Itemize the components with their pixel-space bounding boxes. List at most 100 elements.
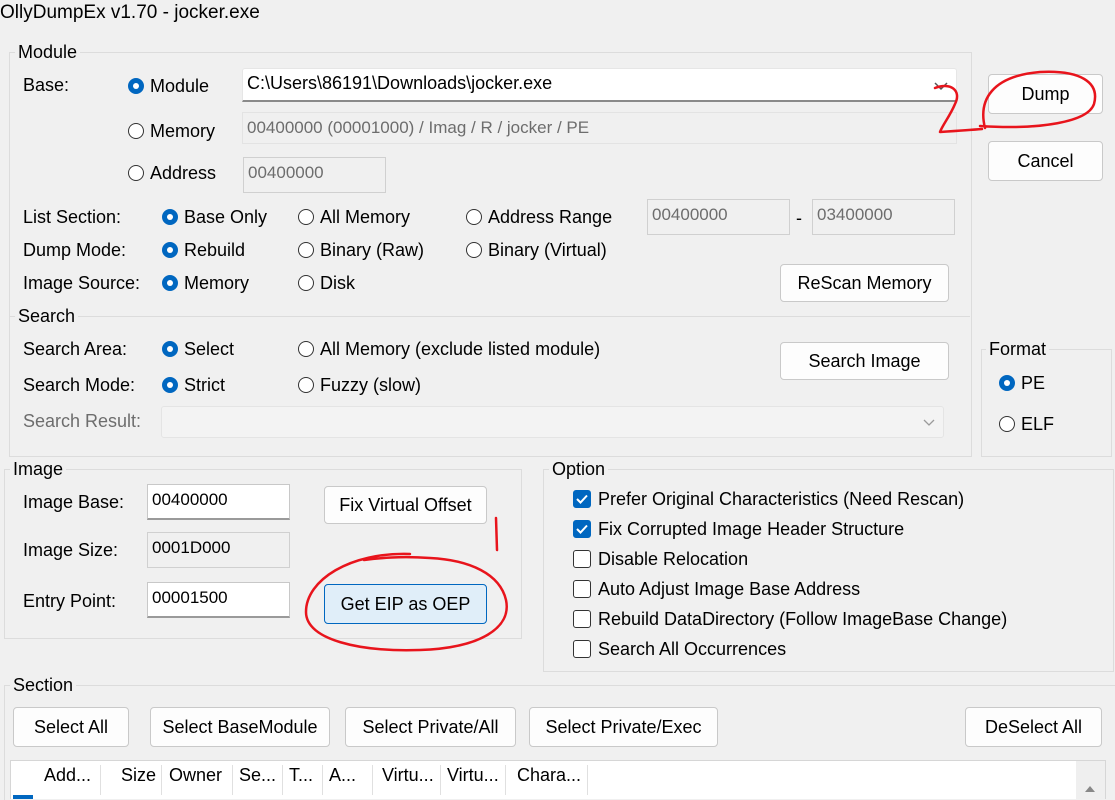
radio-selected-icon <box>162 209 178 225</box>
column-header-access[interactable]: A... <box>329 765 356 786</box>
option-disable-relocation[interactable]: Disable Relocation <box>573 547 748 571</box>
dump-mode-binary-virtual[interactable]: Binary (Virtual) <box>466 238 607 262</box>
image-size-label: Image Size: <box>23 540 119 560</box>
search-mode-label: Search Mode: <box>23 375 136 395</box>
list-section-base-only-label: Base Only <box>184 206 268 227</box>
search-area-select-label: Select <box>184 338 235 359</box>
address-field[interactable]: 00400000 <box>243 157 386 193</box>
dump-button[interactable]: Dump <box>988 74 1103 114</box>
image-source-disk[interactable]: Disk <box>298 271 355 295</box>
radio-icon <box>298 275 314 291</box>
column-header-section[interactable]: Se... <box>239 765 276 786</box>
search-group-label: Search <box>15 306 79 326</box>
image-group-label: Image <box>10 459 67 479</box>
column-header-virtual-size[interactable]: Virtu... <box>447 765 499 786</box>
column-header-address[interactable]: Add... <box>44 765 91 786</box>
option-auto-adjust-image-base[interactable]: Auto Adjust Image Base Address <box>573 577 860 601</box>
column-header-characteristics[interactable]: Chara... <box>517 765 581 786</box>
get-eip-as-oep-button[interactable]: Get EIP as OEP <box>324 584 487 624</box>
base-radio-address-label: Address <box>150 162 217 183</box>
option-search-all-occurrences-label: Search All Occurrences <box>598 638 787 659</box>
option-prefer-original-label: Prefer Original Characteristics (Need Re… <box>598 488 965 509</box>
search-mode-fuzzy[interactable]: Fuzzy (slow) <box>298 373 421 397</box>
format-pe-label: PE <box>1021 372 1046 393</box>
base-radio-address[interactable]: Address <box>128 161 216 185</box>
search-mode-strict[interactable]: Strict <box>162 373 225 397</box>
option-rebuild-datadirectory[interactable]: Rebuild DataDirectory (Follow ImageBase … <box>573 607 1007 631</box>
checkbox-icon <box>573 610 591 628</box>
memory-value-field: 00400000 (00001000) / Imag / R / jocker … <box>242 112 957 144</box>
select-basemodule-button[interactable]: Select BaseModule <box>150 707 330 747</box>
search-result-combo[interactable] <box>161 406 944 438</box>
dump-mode-rebuild[interactable]: Rebuild <box>162 238 245 262</box>
radio-icon <box>466 242 482 258</box>
search-area-all-memory[interactable]: All Memory (exclude listed module) <box>298 337 600 361</box>
format-group <box>981 349 1112 457</box>
range-dash: - <box>796 208 802 228</box>
list-section-address-range-label: Address Range <box>488 206 613 227</box>
range-end-value: 03400000 <box>817 205 893 224</box>
search-image-button[interactable]: Search Image <box>780 342 949 380</box>
range-start-value: 00400000 <box>652 205 728 224</box>
section-list-scrollbar[interactable] <box>1076 761 1105 799</box>
select-private-exec-button[interactable]: Select Private/Exec <box>529 707 718 747</box>
column-header-owner[interactable]: Owner <box>169 765 222 786</box>
option-search-all-occurrences[interactable]: Search All Occurrences <box>573 637 786 661</box>
checkmark-icon <box>573 490 591 508</box>
entry-point-field[interactable]: 00001500 <box>147 582 290 618</box>
select-private-all-button[interactable]: Select Private/All <box>345 707 516 747</box>
format-pe[interactable]: PE <box>999 371 1045 395</box>
search-area-label: Search Area: <box>23 339 128 359</box>
column-separator <box>161 765 162 795</box>
fix-virtual-offset-button[interactable]: Fix Virtual Offset <box>324 486 487 524</box>
select-all-button[interactable]: Select All <box>13 707 129 747</box>
range-start-field[interactable]: 00400000 <box>647 199 790 235</box>
column-separator <box>587 765 588 795</box>
entry-point-label: Entry Point: <box>23 591 117 611</box>
image-source-disk-label: Disk <box>320 272 355 293</box>
base-radio-memory[interactable]: Memory <box>128 119 215 143</box>
image-source-memory[interactable]: Memory <box>162 271 249 295</box>
dump-mode-binary-raw-label: Binary (Raw) <box>320 239 425 260</box>
checkbox-icon <box>573 550 591 568</box>
scroll-up-icon[interactable] <box>1085 786 1095 792</box>
option-group-label: Option <box>549 459 609 479</box>
range-end-field[interactable]: 03400000 <box>812 199 955 235</box>
image-size-value: 0001D000 <box>152 538 231 557</box>
cancel-button[interactable]: Cancel <box>988 141 1103 181</box>
search-mode-fuzzy-label: Fuzzy (slow) <box>320 374 422 395</box>
image-source-label: Image Source: <box>23 273 141 293</box>
format-elf[interactable]: ELF <box>999 412 1054 436</box>
column-separator <box>282 765 283 795</box>
column-separator <box>232 765 233 795</box>
column-header-virtual-address[interactable]: Virtu... <box>382 765 434 786</box>
window-title: OllyDumpEx v1.70 - jocker.exe <box>0 2 260 23</box>
image-base-field[interactable]: 00400000 <box>147 484 290 520</box>
column-separator <box>322 765 323 795</box>
base-radio-module[interactable]: Module <box>128 74 209 98</box>
list-section-address-range[interactable]: Address Range <box>466 205 612 229</box>
dump-mode-binary-virtual-label: Binary (Virtual) <box>488 239 607 260</box>
radio-selected-icon <box>999 375 1015 391</box>
list-section-all-memory[interactable]: All Memory <box>298 205 410 229</box>
search-area-select[interactable]: Select <box>162 337 234 361</box>
radio-icon <box>128 123 144 139</box>
list-section-base-only[interactable]: Base Only <box>162 205 267 229</box>
row-selection-marker <box>13 795 33 799</box>
deselect-all-button[interactable]: DeSelect All <box>965 707 1102 747</box>
column-header-size[interactable]: Size <box>121 765 156 786</box>
radio-icon <box>298 242 314 258</box>
radio-icon <box>999 416 1015 432</box>
dump-mode-binary-raw[interactable]: Binary (Raw) <box>298 238 424 262</box>
checkmark-icon <box>573 520 591 538</box>
option-fix-corrupted-header[interactable]: Fix Corrupted Image Header Structure <box>573 517 904 541</box>
option-prefer-original[interactable]: Prefer Original Characteristics (Need Re… <box>573 487 964 511</box>
module-path-combo[interactable]: C:\Users\86191\Downloads\jocker.exe <box>242 68 957 102</box>
chevron-down-icon <box>923 419 935 426</box>
radio-selected-icon <box>162 242 178 258</box>
section-group-label: Section <box>10 675 77 695</box>
column-header-type[interactable]: T... <box>289 765 313 786</box>
format-group-label: Format <box>986 339 1050 359</box>
rescan-memory-button[interactable]: ReScan Memory <box>780 264 949 302</box>
image-base-value: 00400000 <box>152 490 228 509</box>
